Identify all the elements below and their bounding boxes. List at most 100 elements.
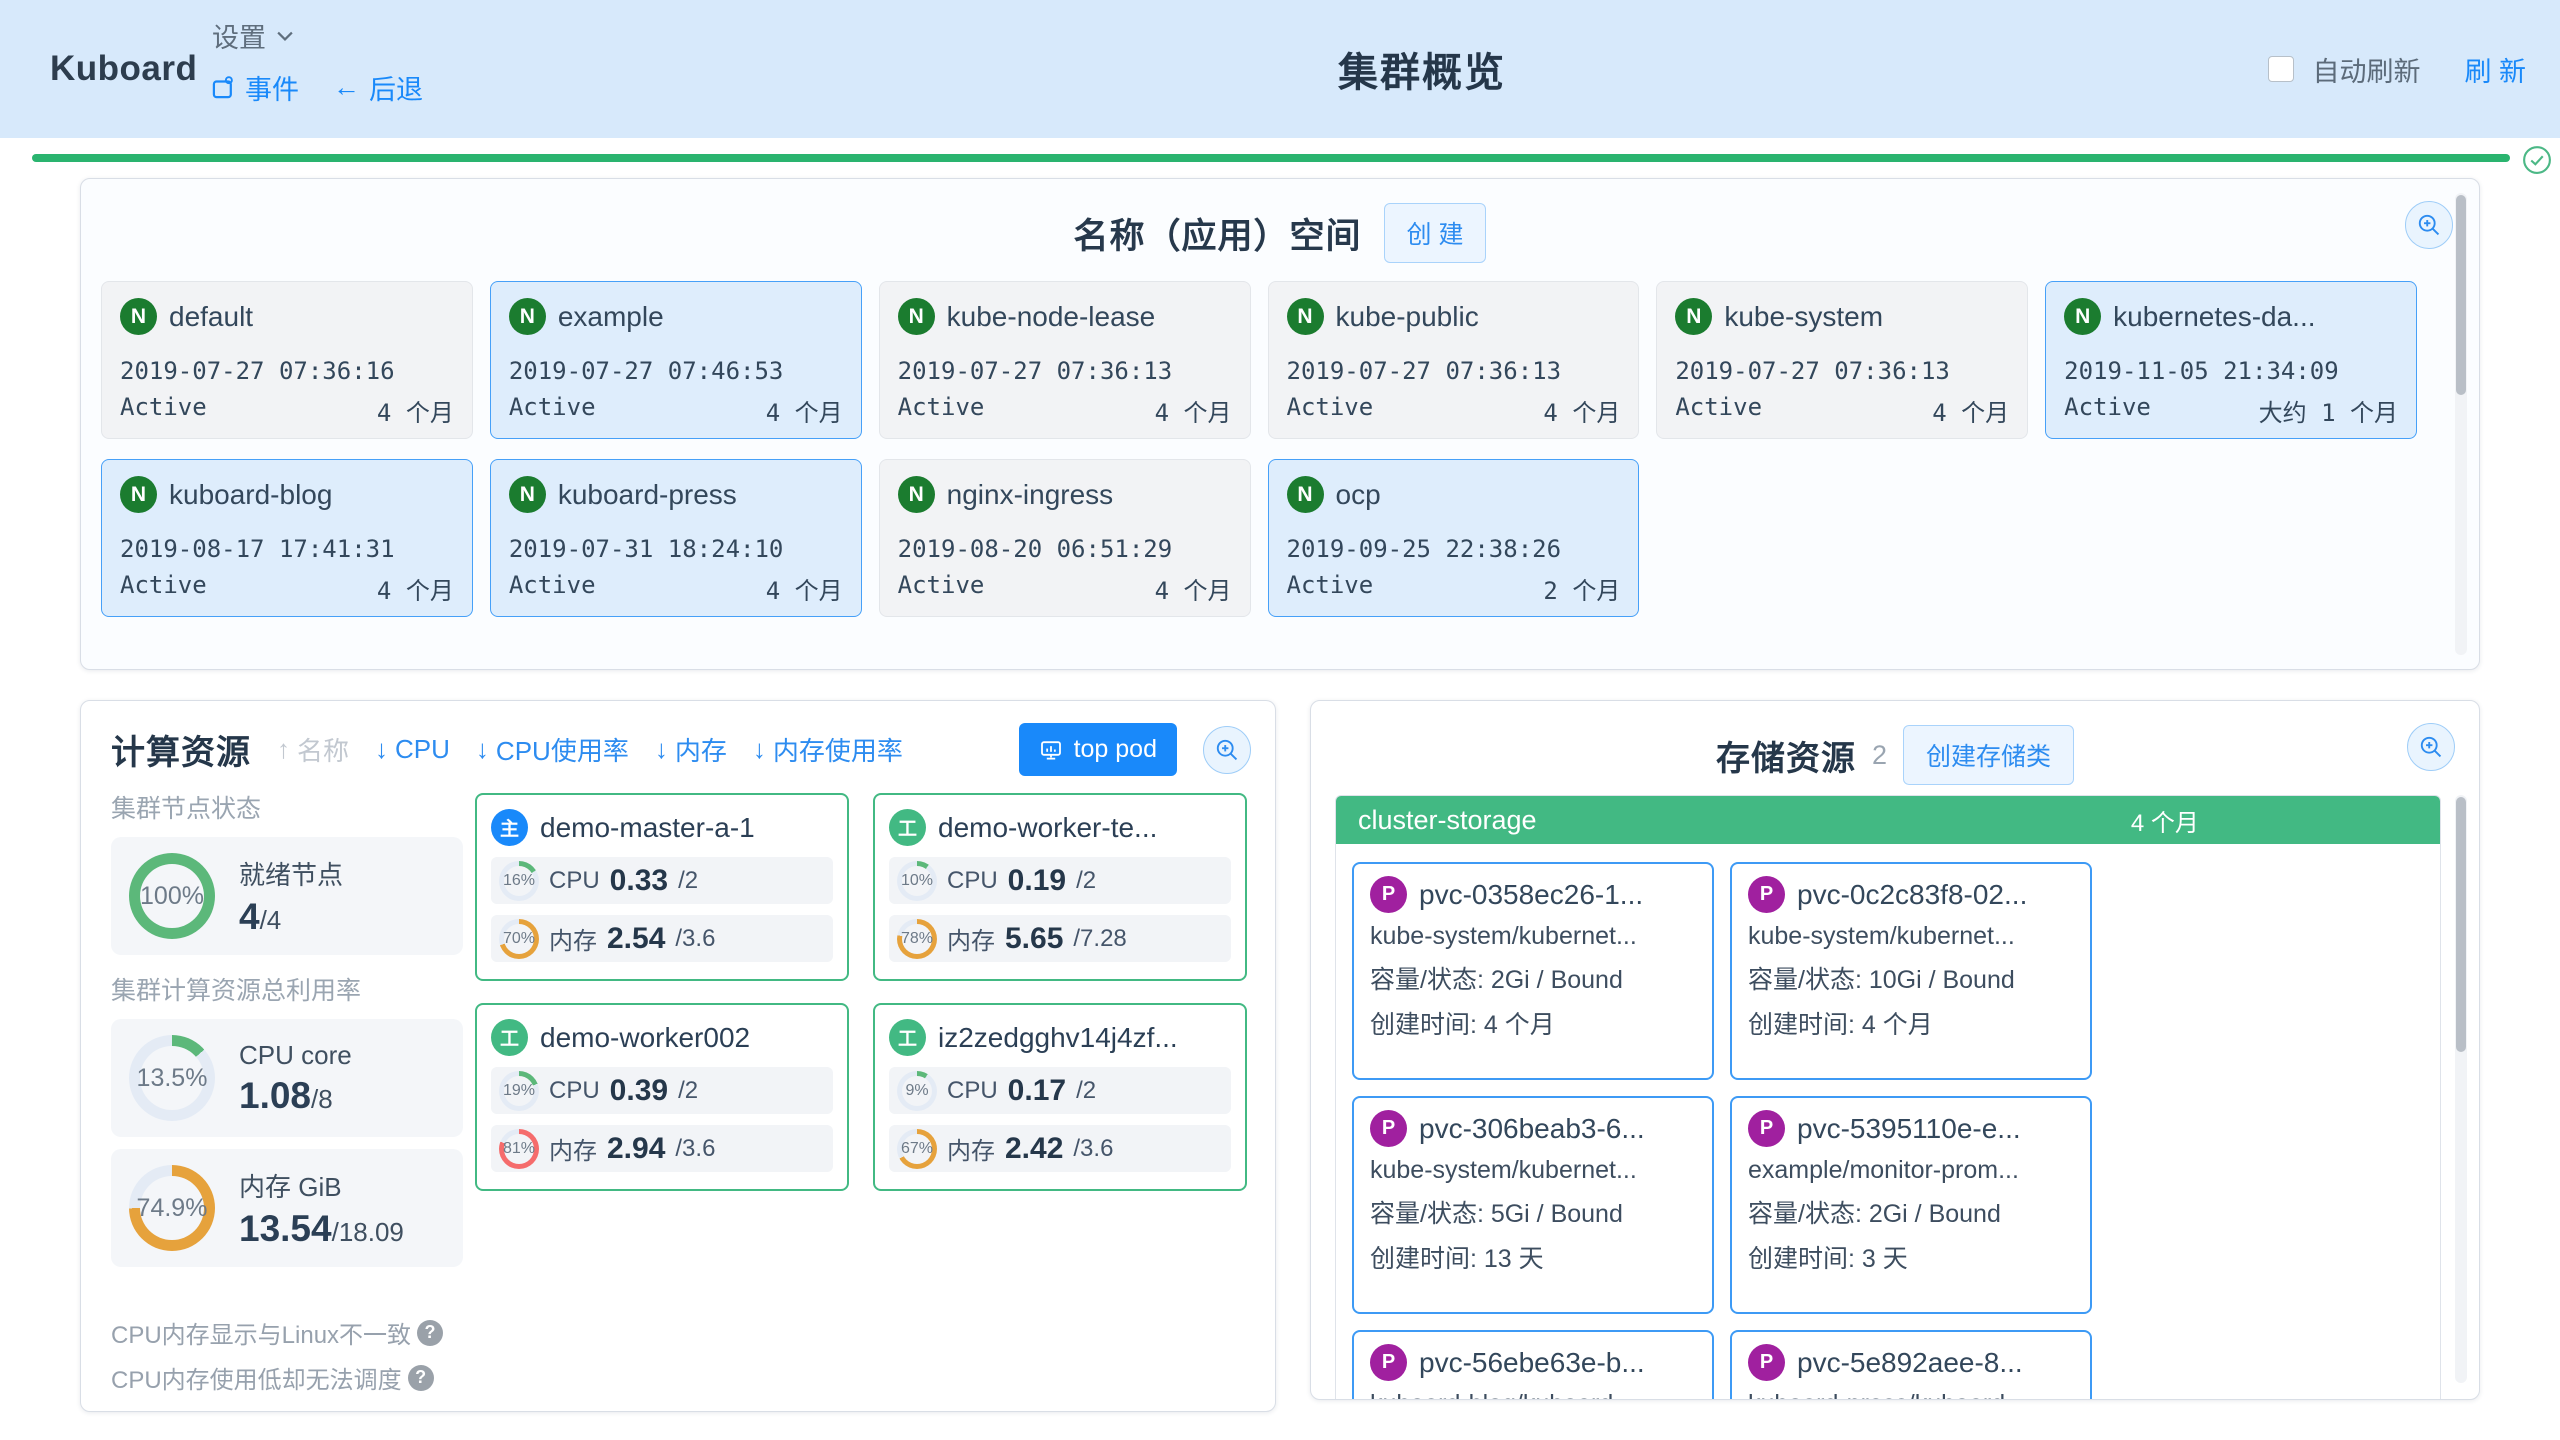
cpu-total: /2: [678, 1077, 698, 1105]
settings-dropdown[interactable]: 设置: [212, 16, 296, 55]
storage-class-group: cluster-storage 4 个月 P pvc-0358ec26-1...…: [1335, 795, 2441, 1400]
storage-class-header[interactable]: cluster-storage 4 个月: [1336, 796, 2440, 844]
pvc-capacity-status: 容量/状态: 10Gi / Bound: [1748, 960, 2074, 996]
pvc-card[interactable]: P pvc-0358ec26-1... kube-system/kubernet…: [1352, 862, 1714, 1080]
namespace-card[interactable]: N ocp 2019-09-25 22:38:26 Active 2 个月: [1268, 459, 1640, 617]
namespaces-panel: 名称（应用）空间 创 建 N default 2019-07-27 07:36:…: [80, 178, 2480, 670]
namespace-name-row: N example: [509, 298, 843, 335]
compute-zoom-button[interactable]: [1203, 726, 1251, 774]
node-name-row: 工 demo-worker-te...: [889, 809, 1231, 846]
back-link[interactable]: ← 后退: [333, 68, 423, 107]
namespace-created-at: 2019-11-05 21:34:09: [2064, 357, 2398, 385]
pvc-card[interactable]: P pvc-0c2c83f8-02... kube-system/kuberne…: [1730, 862, 2092, 1080]
pvc-name-row: P pvc-5395110e-e...: [1748, 1110, 2074, 1147]
namespace-status-row: Active 4 个月: [1675, 393, 2009, 428]
namespace-icon: N: [2064, 298, 2101, 335]
namespace-icon: N: [1287, 298, 1324, 335]
node-card[interactable]: 工 demo-worker002 19% CPU 0.39 /2 81% 内存 …: [475, 1003, 849, 1191]
namespace-status: Active: [898, 393, 985, 428]
namespace-created-at: 2019-07-27 07:36:13: [1287, 357, 1621, 385]
footnote-link[interactable]: CPU内存使用低却无法调度 ?: [111, 1360, 443, 1395]
memory-utilization-label: 内存 GiB: [239, 1167, 404, 1204]
namespace-card[interactable]: N kuboard-blog 2019-08-17 17:41:31 Activ…: [101, 459, 473, 617]
create-namespace-button[interactable]: 创 建: [1384, 203, 1487, 263]
events-link[interactable]: 事件: [210, 68, 299, 107]
namespace-icon: N: [120, 298, 157, 335]
pvc-card[interactable]: P pvc-306beab3-6... kube-system/kubernet…: [1352, 1096, 1714, 1314]
namespace-name: kuboard-press: [558, 479, 737, 511]
namespace-status: Active: [1287, 571, 1374, 606]
node-card[interactable]: 主 demo-master-a-1 16% CPU 0.33 /2 70% 内存…: [475, 793, 849, 981]
header-controls: 自动刷新 刷 新: [2268, 0, 2526, 138]
node-cpu-row: 10% CPU 0.19 /2: [889, 857, 1231, 904]
footnote-link[interactable]: CPU内存显示与Linux不一致 ?: [111, 1315, 443, 1350]
sort-option[interactable]: ↓ 内存: [655, 731, 727, 768]
namespace-name: default: [169, 301, 253, 333]
sort-option[interactable]: ↓ CPU: [375, 734, 450, 765]
namespace-card[interactable]: N kube-system 2019-07-27 07:36:13 Active…: [1656, 281, 2028, 439]
namespace-created-at: 2019-07-27 07:36:13: [898, 357, 1232, 385]
pvc-ref: kube-system/kubernet...: [1748, 922, 2074, 951]
namespace-card[interactable]: N nginx-ingress 2019-08-20 06:51:29 Acti…: [879, 459, 1251, 617]
events-icon: [210, 75, 236, 101]
namespace-status: Active: [120, 393, 207, 428]
cpu-usage-ring: 19%: [499, 1071, 539, 1111]
namespace-card[interactable]: N default 2019-07-27 07:36:16 Active 4 个…: [101, 281, 473, 439]
node-name-row: 工 iz2zedgghv14j4zf...: [889, 1019, 1231, 1056]
node-cpu-row: 16% CPU 0.33 /2: [491, 857, 833, 904]
memory-value: 5.65: [1005, 922, 1063, 956]
app-header: Kuboard 设置 事件 ← 后退 集群概览 自动刷新 刷 新: [0, 0, 2560, 138]
namespace-status-row: Active 4 个月: [898, 571, 1232, 606]
refresh-button[interactable]: 刷 新: [2464, 50, 2526, 89]
progress-bar: [32, 154, 2510, 162]
namespaces-scrollbar[interactable]: [2455, 193, 2467, 655]
storage-zoom-button[interactable]: [2407, 723, 2455, 771]
scrollbar-thumb[interactable]: [2456, 195, 2466, 395]
namespace-card[interactable]: N kuboard-press 2019-07-31 18:24:10 Acti…: [490, 459, 862, 617]
namespace-card[interactable]: N example 2019-07-27 07:46:53 Active 4 个…: [490, 281, 862, 439]
namespace-icon: N: [509, 476, 546, 513]
node-card[interactable]: 工 demo-worker-te... 10% CPU 0.19 /2 78% …: [873, 793, 1247, 981]
sort-label: CPU使用率: [496, 731, 629, 768]
scrollbar-thumb[interactable]: [2456, 797, 2466, 1052]
page-title: 集群概览: [1338, 0, 1506, 138]
top-pod-button[interactable]: top pod: [1019, 723, 1177, 776]
cpu-label: CPU: [549, 1077, 600, 1105]
namespace-age: 4 个月: [1155, 393, 1232, 428]
sort-option[interactable]: ↑ 名称: [277, 731, 349, 768]
namespace-created-at: 2019-08-17 17:41:31: [120, 535, 454, 563]
storage-scrollbar[interactable]: [2455, 795, 2467, 1383]
namespaces-zoom-button[interactable]: [2405, 201, 2453, 249]
create-storage-class-button[interactable]: 创建存储类: [1903, 725, 2074, 785]
namespace-name: nginx-ingress: [947, 479, 1114, 511]
memory-usage-ring: 67%: [897, 1129, 937, 1169]
ready-nodes-label: 就绪节点: [239, 855, 343, 892]
pvc-card[interactable]: P pvc-5395110e-e... example/monitor-prom…: [1730, 1096, 2092, 1314]
namespace-status: Active: [2064, 393, 2151, 428]
cpu-utilization-card: 13.5% CPU core 1.08/8: [111, 1019, 463, 1137]
pvc-ref: kuboard-press/kuboard...: [1748, 1390, 2074, 1400]
ready-nodes-card: 100% 就绪节点 4/4: [111, 837, 463, 955]
auto-refresh-checkbox[interactable]: [2268, 56, 2294, 82]
sort-options: ↑ 名称 ↓ CPU ↓ CPU使用率 ↓ 内存 ↓ 内存使用率: [277, 731, 903, 768]
pvc-card[interactable]: P pvc-56ebe63e-b... kuboard-blog/kuboard…: [1352, 1330, 1714, 1400]
cpu-usage-ring: 10%: [897, 861, 937, 901]
pvc-card[interactable]: P pvc-5e892aee-8... kuboard-press/kuboar…: [1730, 1330, 2092, 1400]
namespace-icon: N: [1287, 476, 1324, 513]
namespace-card[interactable]: N kubernetes-da... 2019-11-05 21:34:09 A…: [2045, 281, 2417, 439]
node-role-icon: 主: [491, 809, 528, 846]
namespace-card[interactable]: N kube-node-lease 2019-07-27 07:36:13 Ac…: [879, 281, 1251, 439]
node-memory-row: 70% 内存 2.54 /3.6: [491, 915, 833, 962]
namespace-created-at: 2019-07-27 07:46:53: [509, 357, 843, 385]
pvc-capacity-status: 容量/状态: 2Gi / Bound: [1748, 1194, 2074, 1230]
pvc-name-row: P pvc-5e892aee-8...: [1748, 1344, 2074, 1381]
sort-option[interactable]: ↓ 内存使用率: [753, 731, 903, 768]
node-card[interactable]: 工 iz2zedgghv14j4zf... 9% CPU 0.17 /2 67%…: [873, 1003, 1247, 1191]
sort-option[interactable]: ↓ CPU使用率: [476, 731, 629, 768]
pvc-ref: kube-system/kubernet...: [1370, 1156, 1696, 1185]
ready-nodes-ring: 100%: [129, 853, 215, 939]
namespace-status-row: Active 4 个月: [509, 571, 843, 606]
namespace-name-row: N kube-public: [1287, 298, 1621, 335]
namespace-card[interactable]: N kube-public 2019-07-27 07:36:13 Active…: [1268, 281, 1640, 439]
sort-direction-icon: ↓: [655, 734, 668, 765]
